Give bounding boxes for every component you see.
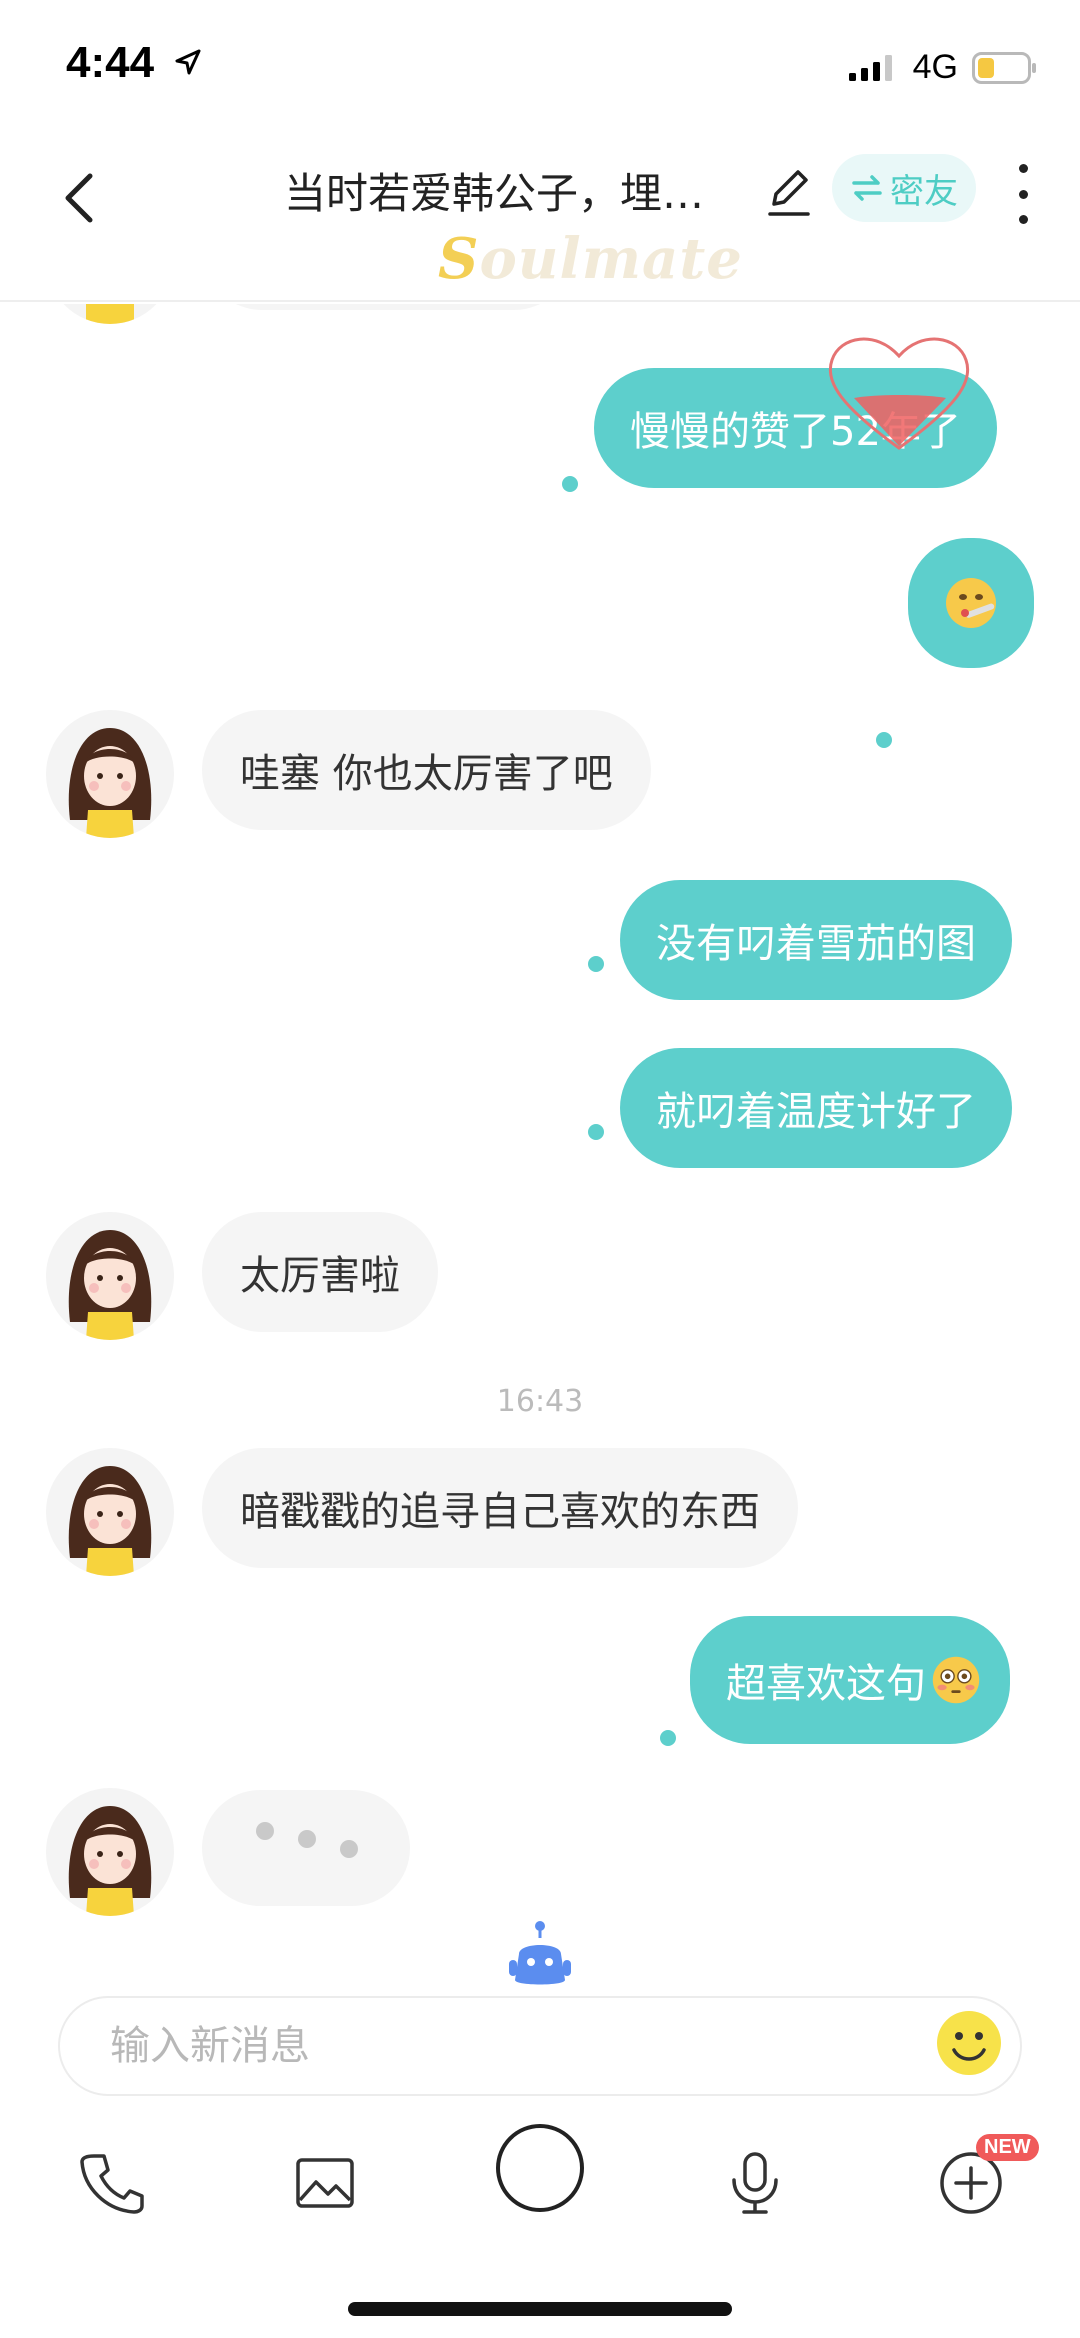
message-bubble-out[interactable] (908, 538, 1034, 668)
message-text: 暗戳戳的追寻自己喜欢的东西 (240, 1489, 760, 1535)
heart-animation-icon (828, 337, 970, 450)
new-badge: NEW (976, 2134, 1039, 2161)
microphone-icon (732, 2152, 778, 2214)
girl-avatar-icon (68, 728, 152, 838)
message-bubble-in[interactable] (202, 304, 574, 310)
message-bubble-out[interactable]: 超喜欢这句 (690, 1616, 1010, 1744)
typing-dot (256, 1822, 274, 1840)
read-indicator (588, 956, 604, 972)
message-bubble-out[interactable]: 就叼着温度计好了 (620, 1048, 1012, 1168)
dot (1018, 215, 1028, 224)
message-bubble-in[interactable]: 暗戳戳的追寻自己喜欢的东西 (202, 1448, 798, 1568)
bottom-toolbar (0, 2120, 1080, 2260)
chat-header: 当时若爱韩公子，埋… 密友 Soulmate (0, 132, 1080, 302)
emoji-picker-icon[interactable] (934, 2008, 1004, 2078)
dot (1018, 189, 1028, 199)
relationship-badge[interactable]: 密友 (832, 154, 976, 222)
status-bar: 4:44 4G (0, 0, 1080, 132)
flushed-face-emoji (932, 1656, 980, 1704)
read-indicator (660, 1730, 676, 1746)
send-image-button[interactable] (280, 2138, 370, 2228)
status-indicators: 4G (847, 48, 1038, 87)
read-indicator (562, 476, 578, 492)
message-text: 太厉害啦 (240, 1253, 400, 1299)
avatar[interactable] (46, 710, 174, 838)
message-text: 没有叼着雪茄的图 (656, 921, 976, 967)
voice-message-button[interactable] (710, 2138, 800, 2228)
avatar[interactable] (46, 1212, 174, 1340)
dot (1018, 164, 1028, 173)
more-options-button[interactable] (1008, 164, 1038, 224)
pencil-icon (768, 170, 810, 216)
status-time: 4:44 (66, 38, 155, 87)
message-bubble-in[interactable]: 哇塞 你也太厉害了吧 (202, 710, 651, 830)
back-button[interactable] (52, 162, 112, 232)
message-bubble-in[interactable]: 太厉害啦 (202, 1212, 438, 1332)
avatar[interactable] (46, 304, 174, 324)
image-icon (296, 2158, 354, 2208)
read-indicator (588, 1124, 604, 1140)
message-text: 超喜欢这句 (726, 1661, 926, 1707)
message-timestamp: 16:43 (496, 1384, 584, 1419)
read-indicator (876, 732, 892, 748)
avatar[interactable] (46, 1788, 174, 1916)
girl-avatar-icon (86, 304, 134, 324)
message-input[interactable] (110, 1998, 910, 2094)
girl-avatar-icon (68, 1466, 152, 1576)
brand-watermark: Soulmate (438, 226, 743, 292)
phone-icon (80, 2154, 144, 2214)
avatar[interactable] (46, 1448, 174, 1576)
face-with-thermometer-emoji (946, 578, 996, 628)
swap-icon (852, 175, 882, 201)
voice-call-button[interactable] (66, 2138, 156, 2228)
carrier-label: 4G (912, 48, 958, 86)
chat-messages[interactable]: 慢慢的赞了52年了 哇塞 你也太厉害了吧 没有叼着雪茄的图 就叼着温度计好了 太… (0, 304, 1080, 1924)
typing-dot (340, 1840, 358, 1858)
message-bubble-out[interactable]: 没有叼着雪茄的图 (620, 880, 1012, 1000)
robot-assistant-icon[interactable] (503, 1920, 577, 1994)
girl-avatar-icon (68, 1230, 152, 1340)
capture-icon (496, 2124, 584, 2212)
home-indicator[interactable] (348, 2302, 732, 2316)
battery-icon (972, 51, 1036, 84)
relationship-label: 密友 (890, 171, 958, 212)
typing-dot (298, 1830, 316, 1848)
chat-title[interactable]: 当时若爱韩公子，埋… (284, 160, 744, 221)
capture-button[interactable] (494, 2122, 586, 2214)
signal-icon (848, 54, 892, 81)
edit-name-button[interactable] (764, 164, 814, 220)
location-arrow-icon (175, 49, 201, 75)
message-composer (58, 1996, 1022, 2096)
chevron-left-icon (65, 173, 93, 223)
message-text: 哇塞 你也太厉害了吧 (240, 751, 613, 797)
girl-avatar-icon (68, 1806, 152, 1916)
typing-indicator (202, 1790, 410, 1906)
message-text: 就叼着温度计好了 (656, 1089, 976, 1135)
